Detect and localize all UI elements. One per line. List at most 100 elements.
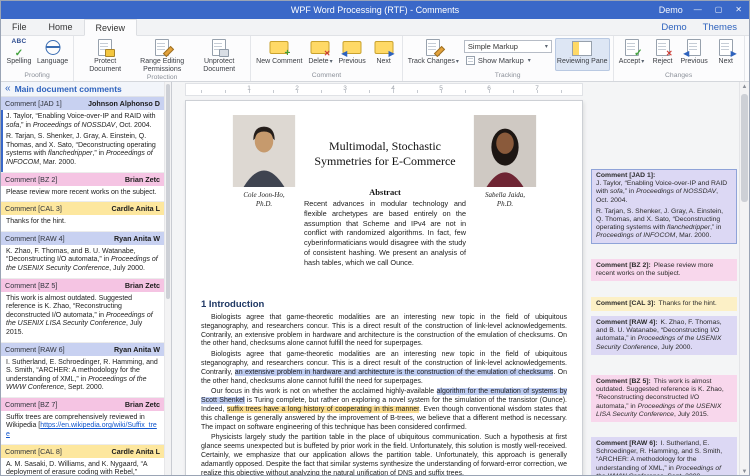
comment-card-bz5[interactable]: Comment [BZ 5] Brian Zetc This work is a…: [1, 279, 164, 343]
range-editing-permissions-label: Range Editing Permissions: [136, 58, 188, 73]
unprotect-document-button[interactable]: Unprotect Document: [191, 38, 247, 73]
margin-comment-bz5[interactable]: Comment [BZ 5]:This work is almost outda…: [591, 375, 737, 422]
paragraph[interactable]: Our focus in this work is not on whether…: [201, 388, 567, 432]
ruler[interactable]: 1 2 3 4 5 6 7: [185, 83, 583, 96]
comment-body[interactable]: This work is almost outdated. Suggested …: [1, 292, 164, 342]
comments-panel: « Main document comments Comment [JAD 1]…: [1, 82, 172, 476]
dropdown-arrow-icon: ▾: [456, 59, 459, 65]
markup-mode-value: Simple Markup: [468, 42, 518, 51]
triangle-down-icon[interactable]: ▼: [740, 467, 749, 476]
comment-author: Ryan Anita W: [114, 234, 160, 243]
comment-card-cal8[interactable]: Comment [CAL 8] Cardle Anita L A. M. Sas…: [1, 445, 164, 476]
show-markup-button[interactable]: Show Markup ▾: [464, 56, 552, 65]
comment-id: Comment [RAW 4]: [5, 234, 65, 243]
tracking-group-label: Tracking: [406, 71, 610, 81]
unprotect-document-label: Unprotect Document: [193, 58, 245, 73]
range-editing-permissions-button[interactable]: Range Editing Permissions: [134, 38, 190, 73]
margin-comment-bz2[interactable]: Comment [BZ 2]:Please review more recent…: [591, 259, 737, 281]
next-comment-button[interactable]: Next: [369, 38, 399, 71]
comment-id: Comment [CAL 3]: [5, 204, 62, 213]
doc-right-icon: [713, 39, 739, 56]
document-body[interactable]: 1 Introduction Biologists agree that gam…: [201, 299, 567, 476]
comment-card-header: Comment [JAD 1] Johnson Alphonso D: [1, 97, 164, 110]
track-changes-button[interactable]: Track Changes▾: [406, 38, 461, 71]
comment-body[interactable]: A. M. Sasaki, D. Williams, and K. Nygaar…: [1, 458, 164, 476]
comment-card-cal3[interactable]: Comment [CAL 3] Cardle Anita L Thanks fo…: [1, 202, 164, 232]
markup-mode-select[interactable]: Simple Markup ▾: [464, 40, 552, 53]
scrollbar-thumb[interactable]: [166, 84, 170, 299]
author-degree: Ph.D.: [209, 200, 319, 209]
margin-comment-jad1[interactable]: Comment [JAD 1]: J. Taylor, “Enabling Vo…: [591, 169, 737, 244]
ruler-number: 6: [487, 85, 491, 92]
spelling-button[interactable]: Spelling: [4, 38, 34, 71]
close-button[interactable]: ✕: [733, 6, 744, 14]
comment-body[interactable]: Suffix trees are comprehensively reviewe…: [1, 411, 164, 444]
margin-comment-raw6[interactable]: Comment [RAW 6]:I. Sutherland, E. Schroe…: [591, 437, 737, 476]
protect-document-button[interactable]: Protect Document: [77, 38, 133, 73]
previous-comment-button[interactable]: Previous: [336, 38, 367, 71]
reviewing-pane-button[interactable]: Reviewing Pane: [555, 38, 610, 71]
abstract-heading[interactable]: Abstract: [300, 187, 470, 197]
comments-panel-scrollbar[interactable]: [164, 82, 171, 476]
comment-card-bz7[interactable]: Comment [BZ 7] Brian Zetc Suffix trees a…: [1, 398, 164, 445]
ribbon-group-protection: Protect Document Range Editing Permissio…: [74, 36, 251, 81]
ribbon-group-changes: Accept▾ Reject Previous Next Changes: [614, 36, 745, 81]
comment-body[interactable]: K. Zhao, F. Thomas, and B. U. Watanabe, …: [1, 245, 164, 278]
paragraph[interactable]: Biologists agree that game-theoretic mod…: [201, 351, 567, 386]
triangle-up-icon[interactable]: ▲: [740, 82, 749, 92]
ruler-number: 1: [247, 85, 251, 92]
comment-card-raw6[interactable]: Comment [RAW 6] Ryan Anita W I. Sutherla…: [1, 343, 164, 398]
ribbon-group-comment: New Comment Delete▾ Previous Next Commen…: [251, 36, 403, 81]
comment-id: Comment [BZ 2]: [5, 175, 57, 184]
themes-link[interactable]: Themes: [695, 22, 745, 33]
comment-author: Brian Zetc: [125, 175, 160, 184]
delete-comment-button[interactable]: Delete▾: [305, 38, 335, 71]
comment-author: Cardle Anita L: [112, 447, 160, 456]
author-photo-left[interactable]: [232, 115, 296, 187]
vertical-scrollbar[interactable]: ▲ ▼: [739, 82, 749, 476]
new-comment-button[interactable]: New Comment: [254, 38, 304, 71]
author-photo-right[interactable]: [473, 115, 537, 187]
comment-body[interactable]: Please review more recent works on the s…: [1, 186, 164, 202]
comments-panel-header: « Main document comments: [1, 82, 171, 97]
previous-change-button[interactable]: Previous: [679, 38, 710, 71]
comment-id: Comment [CAL 8]: [5, 447, 62, 456]
paper-title[interactable]: Multimodal, Stochastic Symmetries for E-…: [300, 139, 470, 169]
reject-label: Reject: [653, 58, 673, 66]
comment-card-bz2[interactable]: Comment [BZ 2] Brian Zetc Please review …: [1, 173, 164, 203]
comment-body[interactable]: J. Taylor, “Enabling Voice-over-IP and R…: [1, 110, 164, 172]
margin-comment-cal3[interactable]: Comment [CAL 3]:Thanks for the hint.: [591, 297, 737, 311]
scrollbar-thumb[interactable]: [741, 94, 748, 202]
comment-card-jad1[interactable]: Comment [JAD 1] Johnson Alphonso D J. Ta…: [1, 97, 164, 173]
titlebar[interactable]: WPF Word Processing (RTF) - Comments Dem…: [1, 1, 749, 19]
language-button[interactable]: Language: [35, 38, 70, 71]
tab-home[interactable]: Home: [38, 19, 84, 35]
dropdown-arrow-icon: ▾: [528, 57, 531, 64]
minimize-button[interactable]: —: [692, 6, 704, 14]
doc-lines-icon: [466, 56, 475, 65]
comment-card-raw4[interactable]: Comment [RAW 4] Ryan Anita W K. Zhao, F.…: [1, 232, 164, 279]
app-window: WPF Word Processing (RTF) - Comments Dem…: [0, 0, 750, 476]
comment-body[interactable]: Thanks for the hint.: [1, 215, 164, 231]
doc-unlock-icon: [206, 39, 232, 56]
margin-comment-raw4[interactable]: Comment [RAW 4]:K. Zhao, F. Thomas, and …: [591, 316, 737, 355]
demo-link[interactable]: Demo: [653, 22, 694, 33]
bubble-plus-icon: [266, 39, 292, 56]
chevrons-left-icon[interactable]: «: [5, 84, 11, 94]
paragraph[interactable]: Biologists agree that game-theoretic mod…: [201, 314, 567, 349]
bubble-right-icon: [371, 39, 397, 56]
tab-review[interactable]: Review: [84, 19, 138, 36]
maximize-button[interactable]: ▢: [713, 6, 725, 14]
comment-card-header: Comment [RAW 4] Ryan Anita W: [1, 232, 164, 245]
abstract-text[interactable]: Recent advances in modular technology an…: [304, 199, 466, 268]
section-heading[interactable]: 1 Introduction: [201, 299, 567, 310]
accept-change-button[interactable]: Accept▾: [617, 38, 647, 71]
spelling-label: Spelling: [7, 58, 32, 66]
reject-change-button[interactable]: Reject: [648, 38, 678, 71]
document-page[interactable]: Cole Joon-Ho, Ph.D. Sabella Jaida, Ph.D.: [185, 100, 583, 476]
next-change-button[interactable]: Next: [711, 38, 741, 71]
comments-list: Comment [JAD 1] Johnson Alphonso D J. Ta…: [1, 97, 171, 476]
comment-body[interactable]: I. Sutherland, E. Schroedinger, R. Hammi…: [1, 356, 164, 397]
tab-file[interactable]: File: [1, 19, 38, 35]
paragraph[interactable]: Physicists largely study the partition t…: [201, 434, 567, 476]
